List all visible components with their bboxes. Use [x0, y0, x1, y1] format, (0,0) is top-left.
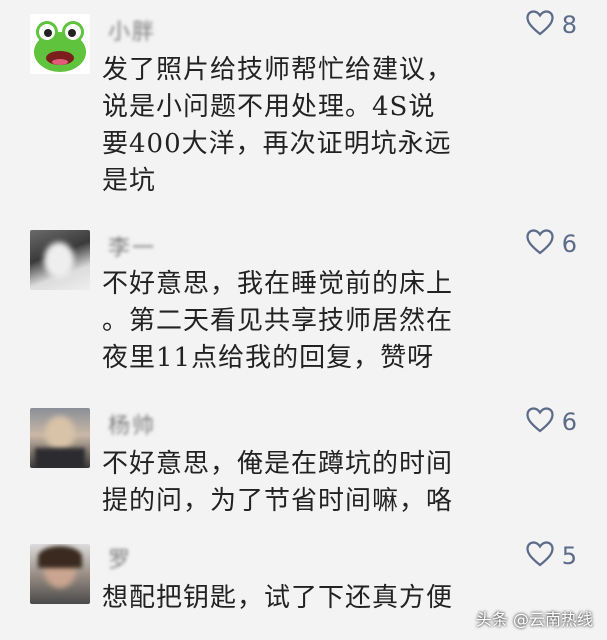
- user-name[interactable]: 李一: [108, 230, 156, 262]
- user-name[interactable]: 罗: [108, 542, 132, 574]
- user-name[interactable]: 杨帅: [108, 408, 156, 440]
- like-count: 8: [561, 11, 577, 39]
- like-button[interactable]: 6: [526, 229, 577, 259]
- like-count: 6: [561, 230, 577, 258]
- like-count: 6: [561, 408, 577, 436]
- comment-text: 想配把钥匙，试了下还真方便: [102, 583, 454, 613]
- comment-text: 不好意思，俺是在蹲坑的时间 提的问，为了节省时间嘛，咯: [102, 449, 454, 516]
- avatar[interactable]: [30, 408, 90, 468]
- watermark: 头条 @云南热线: [475, 610, 593, 629]
- comment-text: 发了照片给技师帮忙给建议， 说是小问题不用处理。4S说 要400大洋，再次证明坑…: [102, 55, 454, 196]
- user-name[interactable]: 小胖: [108, 14, 156, 46]
- avatar[interactable]: [30, 544, 90, 604]
- heart-outline-icon: [526, 10, 554, 40]
- like-count: 5: [561, 542, 577, 570]
- comment-text: 不好意思，我在睡觉前的床上 。第二天看见共享技师居然在 夜里11点给我的回复，赞…: [102, 269, 454, 373]
- like-button[interactable]: 6: [526, 407, 577, 437]
- like-button[interactable]: 5: [526, 541, 577, 571]
- like-button[interactable]: 8: [526, 10, 577, 40]
- avatar[interactable]: [30, 230, 90, 290]
- heart-outline-icon: [526, 229, 554, 259]
- heart-outline-icon: [526, 541, 554, 571]
- frog-avatar-icon: [34, 21, 86, 72]
- avatar[interactable]: [30, 14, 90, 74]
- heart-outline-icon: [526, 407, 554, 437]
